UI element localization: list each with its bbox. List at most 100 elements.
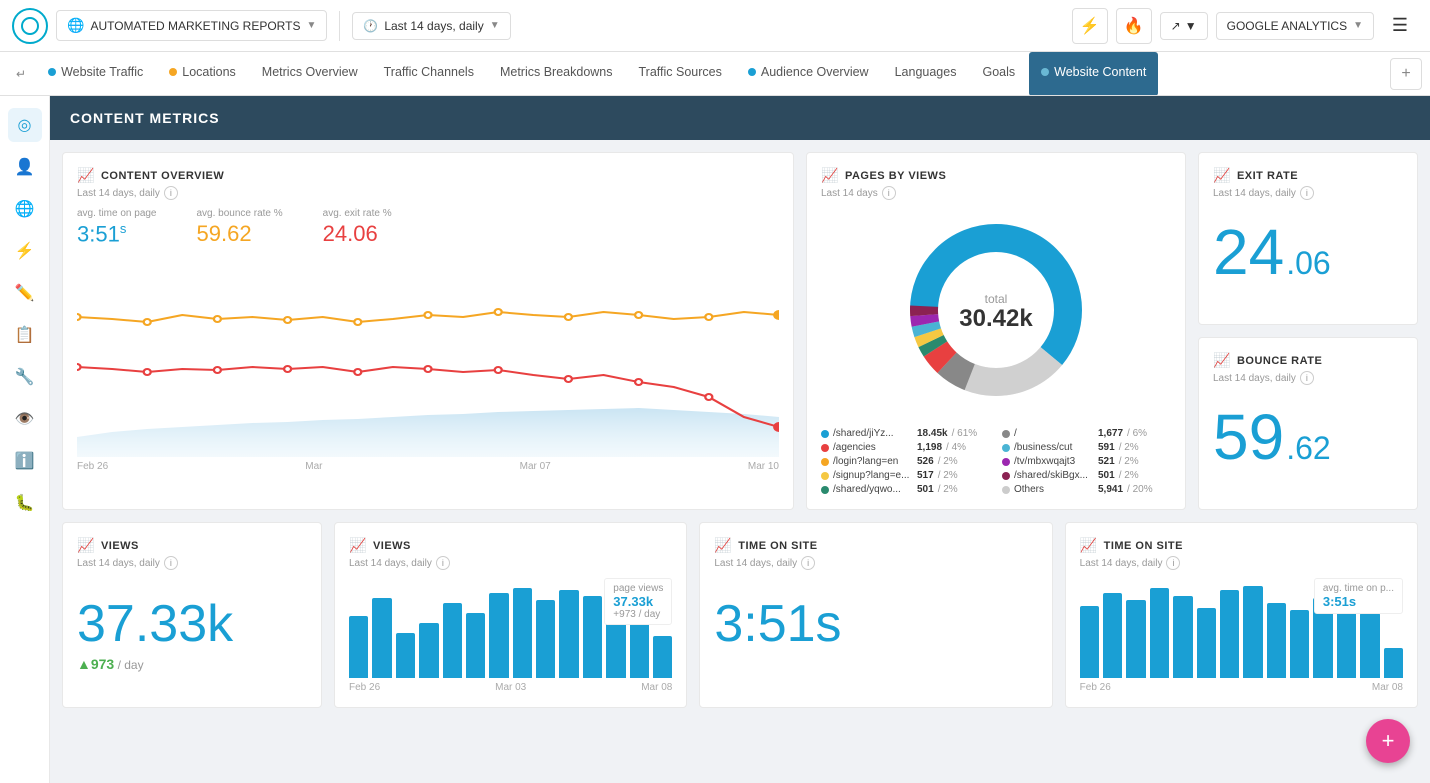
layout: ◎ 👤 🌐 ⚡ ✏️ 📋 🔧 👁️ ℹ️ 🐛 CONTENT METRICS 📈 <box>0 96 1430 783</box>
legend-item: /signup?lang=e... 517 / 2% <box>821 470 990 481</box>
tab-languages[interactable]: Languages <box>883 52 969 96</box>
legend-dot <box>821 458 829 466</box>
trend-icon: 📈 <box>714 537 732 554</box>
x-label-1: Feb 26 <box>1080 682 1111 693</box>
logo[interactable] <box>12 8 48 44</box>
time-on-site-big-card: 📈 TIME ON SITE Last 14 days, daily i 3:5… <box>699 522 1052 708</box>
title-text: BOUNCE RATE <box>1237 355 1322 367</box>
fab-button[interactable]: + <box>1366 719 1410 763</box>
sidebar-icon-lightning[interactable]: ⚡ <box>8 234 42 268</box>
legend-pct: / 2% <box>1119 470 1139 481</box>
sidebar-icon-edit[interactable]: ✏️ <box>8 276 42 310</box>
share-btn[interactable]: ↗ ▼ <box>1160 12 1208 40</box>
legend-label: /signup?lang=e... <box>833 470 913 481</box>
bar <box>1243 586 1262 678</box>
legend-dot <box>1002 472 1010 480</box>
sidebar-icon-bug[interactable]: 🐛 <box>8 486 42 520</box>
tab-audience-overview[interactable]: Audience Overview <box>736 52 881 96</box>
pages-by-views-card: 📈 PAGES BY VIEWS Last 14 days i <box>806 152 1186 510</box>
tab-traffic-channels[interactable]: Traffic Channels <box>372 52 486 96</box>
bar <box>583 596 602 678</box>
views-bar-wrapper: page views 37.33k +973 / day <box>349 578 672 678</box>
legend-label: /agencies <box>833 442 913 453</box>
legend-label: /business/cut <box>1014 442 1094 453</box>
badge-label: avg. time on p... <box>1323 583 1394 594</box>
metric-value: 3:51s <box>77 221 157 247</box>
metric-label: avg. time on page <box>77 208 157 219</box>
legend-value: 1,198 <box>917 442 942 453</box>
legend-dot <box>821 430 829 438</box>
add-tab-btn[interactable]: + <box>1390 58 1422 90</box>
card-title: 📈 BOUNCE RATE <box>1213 352 1403 369</box>
bar <box>1197 608 1216 678</box>
content-overview-chart <box>77 257 779 457</box>
tab-label: Locations <box>182 65 236 79</box>
tab-website-content[interactable]: Website Content <box>1029 52 1158 96</box>
card-subtitle: Last 14 days i <box>821 186 1171 200</box>
tab-metrics-breakdowns[interactable]: Metrics Breakdowns <box>488 52 625 96</box>
sidebar-icon-clipboard[interactable]: 📋 <box>8 318 42 352</box>
bar <box>1126 600 1145 678</box>
time-bar-wrapper: avg. time on p... 3:51s <box>1080 578 1403 678</box>
fire-btn[interactable]: 🔥 <box>1116 8 1152 44</box>
tab-traffic-sources[interactable]: Traffic Sources <box>627 52 734 96</box>
x-label-4: Mar 10 <box>748 461 779 472</box>
legend-label: /shared/jiYz... <box>833 428 913 439</box>
card-title: 📈 TIME ON SITE <box>714 537 1037 554</box>
legend-value: 501 <box>1098 470 1115 481</box>
chart-labels: Feb 26 Mar Mar 07 Mar 10 <box>77 461 779 472</box>
legend-item: /login?lang=en 526 / 2% <box>821 456 990 467</box>
card-title: 📈 VIEWS <box>77 537 307 554</box>
sidebar-icon-globe[interactable]: 🌐 <box>8 192 42 226</box>
bounce-rate-main: 59 <box>1213 405 1284 469</box>
views-bar-card: 📈 VIEWS Last 14 days, daily i page views… <box>334 522 687 708</box>
info-icon: i <box>164 186 178 200</box>
subtitle-text: Last 14 days, daily <box>77 188 160 199</box>
badge-label: page views <box>613 583 663 594</box>
donut-legend: /shared/jiYz... 18.45k / 61% / 1,677 / 6… <box>821 428 1171 495</box>
views-big-card: 📈 VIEWS Last 14 days, daily i 37.33k ▲97… <box>62 522 322 708</box>
date-range-dropdown[interactable]: 🕐 Last 14 days, daily ▼ <box>352 12 510 40</box>
sidebar-icon-users[interactable]: 👤 <box>8 150 42 184</box>
sidebar-icon-info[interactable]: ℹ️ <box>8 444 42 478</box>
views-big-value: 37.33k ▲973 / day <box>77 598 307 672</box>
top-row: 📈 CONTENT OVERVIEW Last 14 days, daily i… <box>62 152 1418 510</box>
sidebar-icon-dashboard[interactable]: ◎ <box>8 108 42 142</box>
tab-locations[interactable]: Locations <box>157 52 248 96</box>
card-subtitle: Last 14 days, daily i <box>1213 186 1403 200</box>
legend-dot <box>1002 444 1010 452</box>
lightning-btn[interactable]: ⚡ <box>1072 8 1108 44</box>
main-content: CONTENT METRICS 📈 CONTENT OVERVIEW Last … <box>50 96 1430 783</box>
bar <box>630 618 649 678</box>
views-delta: ▲973 / day <box>77 656 307 672</box>
sidebar-icon-settings[interactable]: 🔧 <box>8 360 42 394</box>
bar <box>1103 593 1122 678</box>
caret-icon: ▼ <box>490 20 500 31</box>
subtitle-text: Last 14 days, daily <box>1213 188 1296 199</box>
nav-back-btn[interactable]: ↵ <box>8 67 34 81</box>
tab-label: Goals <box>982 65 1015 79</box>
tab-website-traffic[interactable]: Website Traffic <box>36 52 155 96</box>
tab-goals[interactable]: Goals <box>970 52 1027 96</box>
sidebar-icon-eye[interactable]: 👁️ <box>8 402 42 436</box>
report-dropdown[interactable]: 🌐 AUTOMATED MARKETING REPORTS ▼ <box>56 10 327 41</box>
title-text: PAGES BY VIEWS <box>845 170 946 182</box>
legend-pct: / 61% <box>952 428 978 439</box>
analytics-dropdown[interactable]: GOOGLE ANALYTICS ▼ <box>1216 12 1374 40</box>
topbar: 🌐 AUTOMATED MARKETING REPORTS ▼ 🕐 Last 1… <box>0 0 1430 52</box>
views-delta-value: ▲973 <box>77 656 114 672</box>
bottom-row: 📈 VIEWS Last 14 days, daily i 37.33k ▲97… <box>62 522 1418 708</box>
divider <box>339 11 340 41</box>
x-label-1: Feb 26 <box>77 461 108 472</box>
x-label-3: Mar 08 <box>641 682 672 693</box>
subtitle-text: Last 14 days, daily <box>714 558 797 569</box>
tab-metrics-overview[interactable]: Metrics Overview <box>250 52 370 96</box>
clock-icon: 🕐 <box>363 19 378 33</box>
legend-value: 591 <box>1098 442 1115 453</box>
hamburger-btn[interactable]: ☰ <box>1382 8 1418 44</box>
metric-bounce-rate: avg. bounce rate % 59.62 <box>197 208 283 247</box>
legend-dot <box>821 486 829 494</box>
trend-icon: 📈 <box>1213 352 1231 369</box>
bar <box>1173 596 1192 678</box>
trend-icon: 📈 <box>1213 167 1231 184</box>
